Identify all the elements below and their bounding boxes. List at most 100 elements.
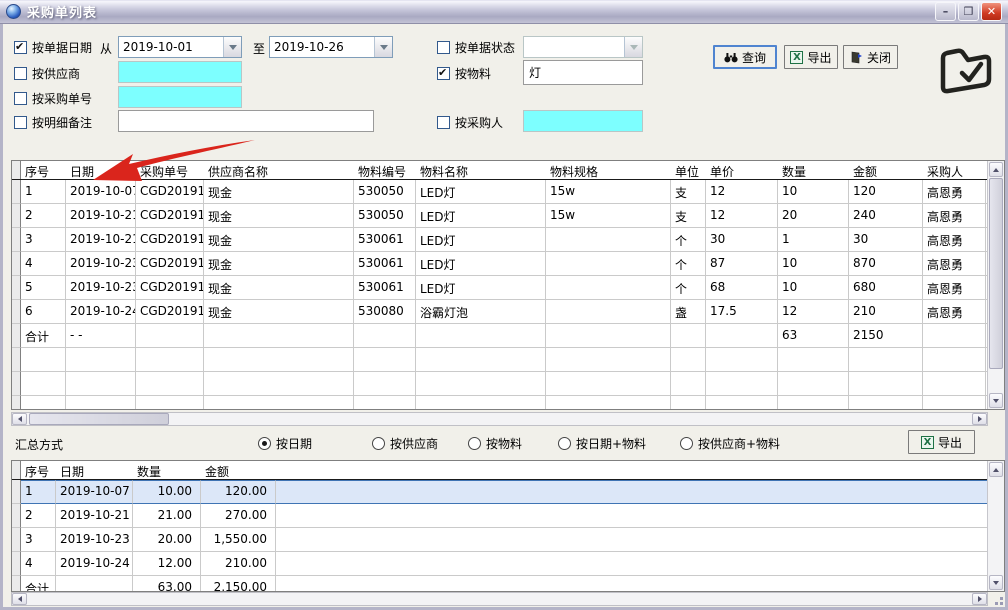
scroll-down-button[interactable] bbox=[989, 575, 1003, 590]
column-header[interactable]: 单位 bbox=[671, 161, 706, 179]
scroll-right-button[interactable] bbox=[972, 413, 987, 425]
supplier-input[interactable] bbox=[118, 61, 242, 83]
table-row[interactable]: 52019-10-23CGD201910现金530061LED灯个6810680… bbox=[12, 276, 987, 300]
material-input[interactable] bbox=[523, 60, 643, 85]
summary-mode-option[interactable]: 按日期+物料 bbox=[558, 435, 646, 451]
row-header[interactable] bbox=[12, 276, 21, 300]
detail-note-input[interactable] bbox=[118, 110, 374, 132]
maximize-button[interactable]: ❒ bbox=[958, 2, 979, 21]
radio-button[interactable] bbox=[258, 437, 271, 450]
scroll-up-button[interactable] bbox=[989, 462, 1003, 477]
table-row[interactable]: 42019-10-23CGD201910现金530061LED灯个8710870… bbox=[12, 252, 987, 276]
summary-vertical-scrollbar[interactable] bbox=[987, 461, 1004, 591]
summary-mode-option[interactable]: 按日期 bbox=[258, 435, 312, 451]
filter-by-material[interactable]: 按物料 bbox=[437, 65, 491, 81]
table-row[interactable]: 22019-10-21CGD201910现金530050LED灯15w支1220… bbox=[12, 204, 987, 228]
purchaser-checkbox[interactable] bbox=[437, 116, 450, 129]
filter-by-purchaser[interactable]: 按采购人 bbox=[437, 114, 503, 130]
row-header[interactable] bbox=[12, 528, 21, 552]
query-button[interactable]: 查询 bbox=[713, 45, 777, 69]
row-header[interactable] bbox=[12, 504, 21, 528]
scrollbar-thumb[interactable] bbox=[989, 178, 1003, 369]
purchaser-input[interactable] bbox=[523, 110, 643, 132]
column-header[interactable]: 金额 bbox=[201, 461, 276, 479]
column-header[interactable]: 金额 bbox=[849, 161, 923, 179]
column-header[interactable]: 日期 bbox=[56, 461, 133, 479]
table-row[interactable]: 42019-10-2412.00210.00 bbox=[12, 552, 987, 576]
column-header[interactable]: 物料规格 bbox=[546, 161, 671, 179]
export-button-bottom[interactable]: X 导出 bbox=[908, 430, 975, 454]
scrollbar-thumb[interactable] bbox=[29, 413, 169, 425]
title-bar[interactable]: 采购单列表 – ❒ ✕ bbox=[0, 0, 1008, 24]
row-header[interactable] bbox=[12, 161, 21, 179]
column-header[interactable]: 采购人 bbox=[923, 161, 986, 179]
column-header[interactable]: 序号 bbox=[21, 161, 66, 179]
filter-by-supplier[interactable]: 按供应商 bbox=[14, 65, 80, 81]
table-row[interactable]: 62019-10-24CGD201910现金530080浴霸灯泡盏17.5122… bbox=[12, 300, 987, 324]
minimize-button[interactable]: – bbox=[935, 2, 956, 21]
row-header[interactable] bbox=[12, 348, 21, 372]
summary-mode-option[interactable]: 按供应商+物料 bbox=[680, 435, 780, 451]
scroll-left-button[interactable] bbox=[12, 593, 27, 605]
radio-button[interactable] bbox=[468, 437, 481, 450]
date-from-combo[interactable]: 2019-10-01 bbox=[118, 36, 242, 58]
column-header[interactable]: 物料编号 bbox=[354, 161, 416, 179]
table-row[interactable] bbox=[12, 348, 987, 372]
radio-button[interactable] bbox=[372, 437, 385, 450]
po-number-input[interactable] bbox=[118, 86, 242, 108]
main-vertical-scrollbar[interactable] bbox=[987, 161, 1004, 409]
po-checkbox[interactable] bbox=[14, 92, 27, 105]
row-header[interactable] bbox=[12, 324, 21, 348]
row-header[interactable] bbox=[12, 372, 21, 396]
scroll-left-button[interactable] bbox=[12, 413, 27, 425]
column-header[interactable]: 单价 bbox=[706, 161, 778, 179]
filter-by-note[interactable]: 按明细备注 bbox=[14, 114, 92, 130]
status-combo[interactable] bbox=[523, 36, 643, 58]
radio-button[interactable] bbox=[680, 437, 693, 450]
table-row[interactable] bbox=[12, 396, 987, 409]
status-checkbox[interactable] bbox=[437, 41, 450, 54]
material-checkbox[interactable] bbox=[437, 67, 450, 80]
column-header[interactable]: 数量 bbox=[778, 161, 849, 179]
table-row[interactable]: 32019-10-2320.001,550.00 bbox=[12, 528, 987, 552]
close-form-button[interactable]: 关闭 bbox=[843, 45, 898, 69]
column-header[interactable]: 物料名称 bbox=[416, 161, 546, 179]
date-to-combo[interactable]: 2019-10-26 bbox=[269, 36, 393, 58]
scroll-up-button[interactable] bbox=[989, 162, 1003, 177]
row-header[interactable] bbox=[12, 180, 21, 204]
row-header[interactable] bbox=[12, 576, 21, 591]
date-checkbox[interactable] bbox=[14, 41, 27, 54]
export-button-top[interactable]: X 导出 bbox=[784, 45, 838, 69]
folder-check-icon[interactable] bbox=[933, 42, 995, 98]
supplier-checkbox[interactable] bbox=[14, 67, 27, 80]
summary-horizontal-scrollbar[interactable] bbox=[11, 592, 988, 606]
row-header[interactable] bbox=[12, 461, 21, 479]
radio-button[interactable] bbox=[558, 437, 571, 450]
row-header[interactable] bbox=[12, 252, 21, 276]
note-checkbox[interactable] bbox=[14, 116, 27, 129]
row-header[interactable] bbox=[12, 204, 21, 228]
close-button[interactable]: ✕ bbox=[981, 2, 1002, 21]
table-row[interactable]: 合计63.002,150.00 bbox=[12, 576, 987, 591]
table-row[interactable]: 合计- -632150 bbox=[12, 324, 987, 348]
table-row[interactable]: 32019-10-21CGD201910现金530061LED灯个30130高恩… bbox=[12, 228, 987, 252]
dropdown-button[interactable] bbox=[223, 37, 241, 57]
filter-by-date[interactable]: 按单据日期 bbox=[14, 39, 92, 55]
row-header[interactable] bbox=[12, 228, 21, 252]
row-header[interactable] bbox=[12, 396, 21, 409]
table-row[interactable] bbox=[12, 372, 987, 396]
row-header[interactable] bbox=[12, 300, 21, 324]
summary-mode-option[interactable]: 按物料 bbox=[468, 435, 522, 451]
dropdown-button[interactable] bbox=[374, 37, 392, 57]
filter-by-po[interactable]: 按采购单号 bbox=[14, 90, 92, 106]
main-horizontal-scrollbar[interactable] bbox=[11, 412, 988, 426]
scroll-down-button[interactable] bbox=[989, 393, 1003, 408]
column-header[interactable]: 序号 bbox=[21, 461, 56, 479]
row-header[interactable] bbox=[12, 552, 21, 576]
row-header[interactable] bbox=[12, 480, 21, 504]
table-row[interactable]: 22019-10-2121.00270.00 bbox=[12, 504, 987, 528]
scroll-right-button[interactable] bbox=[972, 593, 987, 605]
summary-mode-option[interactable]: 按供应商 bbox=[372, 435, 438, 451]
column-header[interactable]: 数量 bbox=[133, 461, 201, 479]
resize-grip[interactable] bbox=[990, 592, 1005, 607]
